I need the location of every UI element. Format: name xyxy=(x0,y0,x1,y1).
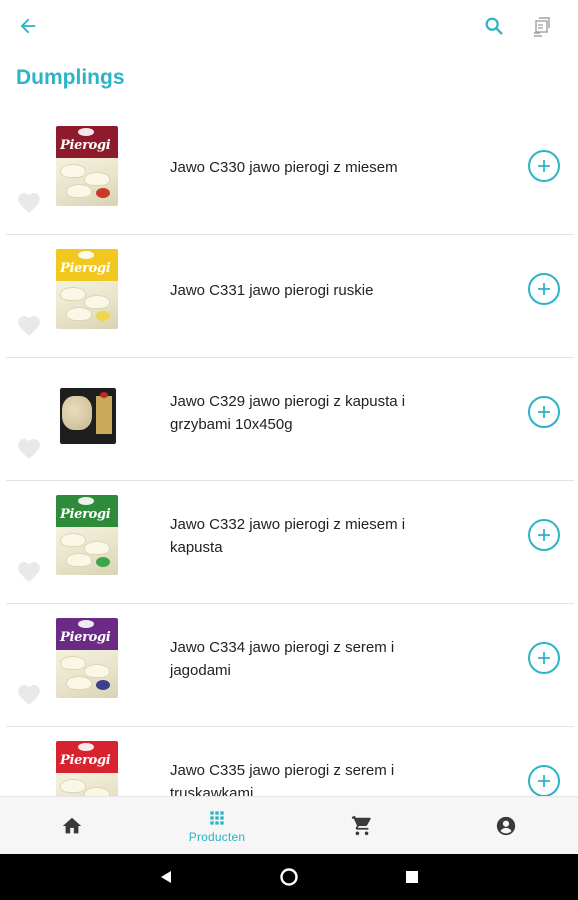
brand-dot xyxy=(100,392,108,398)
nav-products[interactable]: Producten xyxy=(167,797,267,855)
add-to-cart-button[interactable] xyxy=(528,273,560,305)
pack-photo xyxy=(56,650,118,698)
favorite-button[interactable] xyxy=(16,436,42,460)
pack-photo xyxy=(56,527,118,575)
add-to-cart-button[interactable] xyxy=(528,396,560,428)
product-image xyxy=(60,388,116,444)
product-row[interactable]: Pierogi Jawo C330 jawo pierogi z miesem xyxy=(0,112,578,235)
pack-band: Pierogi xyxy=(56,126,118,158)
pack-band: Pierogi xyxy=(56,495,118,527)
product-title: Jawo C332 jawo pierogi z miesem i kapust… xyxy=(170,516,406,556)
search-icon xyxy=(485,17,503,35)
pack-band: Pierogi xyxy=(56,249,118,281)
add-to-cart-button[interactable] xyxy=(528,765,560,796)
pack-band: Pierogi xyxy=(56,741,118,773)
product-title: Jawo C331 jawo pierogi ruskie xyxy=(170,281,374,299)
pack-brand-text: Pierogi xyxy=(60,507,111,522)
home-icon xyxy=(62,817,82,834)
pack-brand-text: Pierogi xyxy=(60,753,111,768)
product-list: Pierogi Jawo C330 jawo pierogi z miesem … xyxy=(0,112,578,796)
product-row[interactable]: Pierogi Jawo C335 jawo pierogi z serem i… xyxy=(0,727,578,796)
product-row[interactable]: Jawo C329 jawo pierogi z kapusta i grzyb… xyxy=(0,358,578,481)
add-to-cart-button[interactable] xyxy=(528,150,560,182)
search-button[interactable] xyxy=(478,10,510,42)
product-title: Jawo C330 jawo pierogi z miesem xyxy=(170,158,398,176)
nav-cart[interactable] xyxy=(312,797,412,855)
favorite-button[interactable] xyxy=(16,313,42,337)
plus-icon xyxy=(538,652,550,664)
brand-logo xyxy=(78,497,94,505)
scan-button[interactable] xyxy=(526,10,560,44)
add-to-cart-button[interactable] xyxy=(528,519,560,551)
product-row[interactable]: Pierogi Jawo C334 jawo pierogi z serem i… xyxy=(0,604,578,727)
pack-label xyxy=(96,396,112,434)
pack-band: Pierogi xyxy=(56,618,118,650)
product-title: Jawo C329 jawo pierogi z kapusta i grzyb… xyxy=(170,393,406,433)
plus-icon xyxy=(538,283,550,295)
scan-icon xyxy=(534,17,550,37)
brand-logo xyxy=(78,251,94,259)
account-icon xyxy=(496,816,516,836)
back-button[interactable] xyxy=(12,10,44,42)
bottom-navigation: Producten xyxy=(0,796,578,854)
product-image: Pierogi xyxy=(56,618,118,698)
system-back-button[interactable] xyxy=(151,862,181,892)
pack-brand-text: Pierogi xyxy=(60,138,111,153)
system-navigation-bar xyxy=(0,854,578,900)
pack-photo xyxy=(56,281,118,329)
favorite-button[interactable] xyxy=(16,559,42,583)
plus-icon xyxy=(538,406,550,418)
system-home-button[interactable] xyxy=(274,862,304,892)
favorite-button[interactable] xyxy=(16,682,42,706)
heart-icon xyxy=(18,316,40,336)
pack-photo xyxy=(56,773,118,796)
product-image: Pierogi xyxy=(56,126,118,206)
product-image: Pierogi xyxy=(56,741,118,796)
brand-logo xyxy=(78,620,94,628)
nav-products-label: Producten xyxy=(188,830,246,844)
product-title: Jawo C335 jawo pierogi z serem i truskaw… xyxy=(170,762,395,796)
pack-brand-text: Pierogi xyxy=(60,261,111,276)
arrow-left-icon xyxy=(20,18,36,34)
page-title: Dumplings xyxy=(16,66,125,89)
nav-home[interactable] xyxy=(22,797,122,855)
plus-icon xyxy=(538,529,550,541)
nav-account[interactable] xyxy=(456,797,556,855)
grid-icon xyxy=(210,811,224,825)
app-bar xyxy=(0,0,578,56)
brand-logo xyxy=(78,743,94,751)
plus-icon xyxy=(538,775,550,787)
product-row[interactable]: Pierogi Jawo C331 jawo pierogi ruskie xyxy=(0,235,578,358)
cart-icon xyxy=(351,815,371,836)
product-row[interactable]: Pierogi Jawo C332 jawo pierogi z miesem … xyxy=(0,481,578,604)
product-image: Pierogi xyxy=(56,495,118,575)
product-title: Jawo C334 jawo pierogi z serem i jagodam… xyxy=(170,639,395,679)
system-recents-button[interactable] xyxy=(397,862,427,892)
heart-icon xyxy=(18,193,40,213)
home-circle-icon xyxy=(280,868,298,886)
heart-icon xyxy=(18,439,40,459)
plus-icon xyxy=(538,160,550,172)
back-triangle-icon xyxy=(161,871,171,883)
add-to-cart-button[interactable] xyxy=(528,642,560,674)
brand-logo xyxy=(78,128,94,136)
product-image: Pierogi xyxy=(56,249,118,329)
pack-photo xyxy=(56,158,118,206)
heart-icon xyxy=(18,562,40,582)
dumpling-bowl xyxy=(62,396,92,430)
recents-square-icon xyxy=(406,871,418,883)
pack-brand-text: Pierogi xyxy=(60,630,111,645)
heart-icon xyxy=(18,685,40,705)
favorite-button[interactable] xyxy=(16,190,42,214)
